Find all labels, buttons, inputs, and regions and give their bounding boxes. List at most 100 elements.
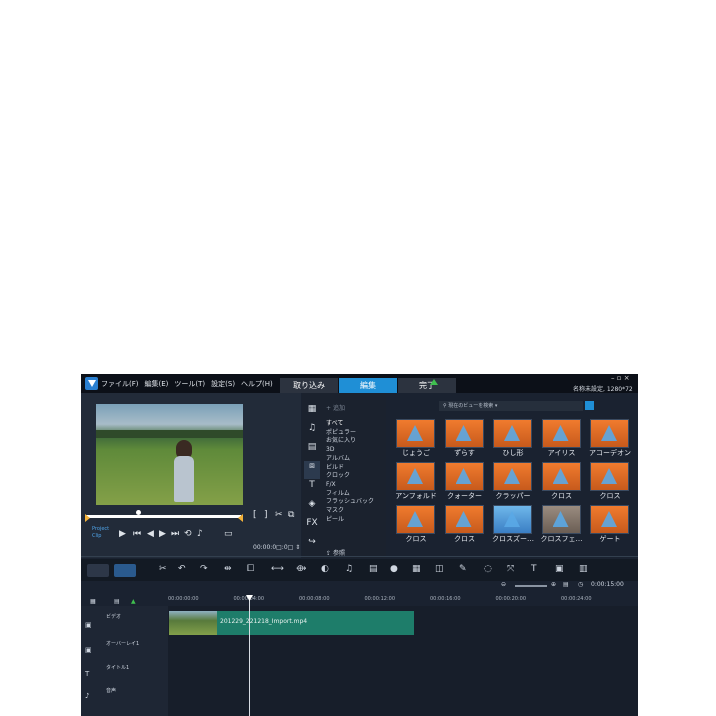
- transition-thumbnail[interactable]: アンフォルド: [394, 462, 437, 502]
- transition-thumbnail[interactable]: クロスフェ…: [540, 505, 583, 545]
- fit-icon[interactable]: ⤧: [507, 564, 514, 574]
- ripple-edit-icon[interactable]: ▲: [131, 598, 136, 605]
- mark-in-icon[interactable]: [: [253, 510, 257, 520]
- transition-thumbnail[interactable]: クォーター: [443, 462, 484, 502]
- transition-thumbnail[interactable]: クロス: [443, 505, 484, 545]
- transition-preview: [396, 462, 435, 491]
- storyboard-view-button[interactable]: [87, 564, 109, 577]
- add-category[interactable]: + 追加: [326, 403, 345, 412]
- category-item[interactable]: フィルム: [326, 490, 374, 499]
- scrubber-handle[interactable]: [136, 510, 141, 515]
- zoom-slider[interactable]: [515, 585, 547, 587]
- menu-tools[interactable]: ツール(T): [174, 379, 205, 389]
- playhead-line[interactable]: [249, 596, 250, 716]
- graphics-icon[interactable]: ◈: [304, 499, 320, 517]
- transition-thumbnail[interactable]: クロス: [588, 462, 629, 502]
- filter-icon[interactable]: FX: [304, 518, 320, 536]
- subtitle-icon[interactable]: ▤: [369, 564, 378, 574]
- transition-thumbnail[interactable]: ずらす: [443, 419, 484, 459]
- tab-edit[interactable]: 編集: [339, 378, 397, 393]
- tab-share[interactable]: 完了: [398, 378, 456, 393]
- upload-icon[interactable]: [430, 379, 438, 385]
- record-icon[interactable]: ●: [390, 564, 398, 574]
- tab-capture[interactable]: 取り込み: [280, 378, 338, 393]
- chapter-icon[interactable]: ▤: [114, 598, 120, 605]
- search-input[interactable]: ⚲ 現在のビューを検索 ▾: [439, 401, 583, 411]
- undo-icon[interactable]: ↶: [178, 564, 186, 574]
- snapshot-icon[interactable]: ⧉: [288, 510, 294, 520]
- track-manager-icon[interactable]: ▦: [90, 598, 96, 605]
- fit-project-icon[interactable]: ▤: [563, 581, 569, 588]
- go-to-start-icon[interactable]: ⏮: [133, 529, 141, 539]
- category-item[interactable]: お気に入り: [326, 437, 374, 446]
- transition-thumbnail[interactable]: アコーデオン: [588, 419, 631, 459]
- menu-settings[interactable]: 設定(S): [211, 379, 235, 389]
- instant-project-icon[interactable]: ▤: [304, 442, 320, 460]
- timeline-view-button[interactable]: [114, 564, 136, 577]
- volume-icon[interactable]: ♪: [197, 529, 203, 539]
- category-item[interactable]: フラッシュバック: [326, 498, 374, 507]
- menu-file[interactable]: ファイル(F): [101, 379, 139, 389]
- zoom-in-icon[interactable]: ⊕: [551, 581, 556, 588]
- mark-out-icon[interactable]: ]: [264, 510, 268, 520]
- motion-icon[interactable]: ⟴: [296, 564, 306, 574]
- play-mode[interactable]: Project Clip: [92, 526, 109, 540]
- mode-project[interactable]: Project: [92, 526, 109, 533]
- category-item[interactable]: ピール: [326, 516, 374, 525]
- category-item[interactable]: F/X: [326, 481, 374, 490]
- tools-icon[interactable]: ✂: [159, 564, 167, 574]
- next-frame-icon[interactable]: ▶: [159, 529, 166, 539]
- path-icon[interactable]: ↪: [304, 537, 320, 555]
- speed-icon[interactable]: ⟷: [271, 564, 284, 574]
- audio-icon[interactable]: ♫: [304, 423, 320, 441]
- repeat-icon[interactable]: ⟲: [184, 529, 192, 539]
- mode-clip[interactable]: Clip: [92, 533, 109, 540]
- redo-icon[interactable]: ↷: [200, 564, 208, 574]
- category-item[interactable]: ビルド: [326, 464, 374, 473]
- transition-icon[interactable]: ⧈: [304, 461, 320, 479]
- menu-edit[interactable]: 編集(E): [145, 379, 169, 389]
- window-controls[interactable]: – ▫ ×: [611, 374, 630, 382]
- timecode-display[interactable]: 00:00:0□:0□ ⇕: [253, 544, 300, 551]
- mask-icon[interactable]: ▣: [555, 564, 564, 574]
- transition-thumbnail[interactable]: ゲート: [588, 505, 629, 545]
- play-icon[interactable]: ▶: [119, 529, 126, 539]
- aspect-ratio-icon[interactable]: ▭: [224, 529, 233, 539]
- category-item[interactable]: マスク: [326, 507, 374, 516]
- zoom-out-icon[interactable]: ⊖: [501, 581, 506, 588]
- multicam-icon[interactable]: ▦: [412, 564, 421, 574]
- transition-thumbnail[interactable]: ひし形: [491, 419, 532, 459]
- category-item[interactable]: クロック: [326, 472, 374, 481]
- split-clip-icon[interactable]: ✂: [275, 510, 283, 520]
- audio-mixer-icon[interactable]: ♫: [345, 564, 353, 574]
- lasso-icon[interactable]: ◌: [484, 564, 492, 574]
- scrubber-track[interactable]: [86, 515, 241, 518]
- category-item[interactable]: すべて: [326, 420, 374, 429]
- text-icon[interactable]: T: [531, 564, 537, 574]
- ruler-tick-label: 00:00:16:00: [430, 596, 461, 602]
- title-icon[interactable]: T: [304, 480, 320, 498]
- transition-thumbnail[interactable]: クロスズー…: [491, 505, 534, 545]
- trim-end-marker[interactable]: [238, 514, 243, 522]
- panel-icon[interactable]: ▥: [579, 564, 588, 574]
- transition-thumbnail[interactable]: クロス: [540, 462, 581, 502]
- crop-icon[interactable]: ⧠: [247, 564, 254, 574]
- transition-thumbnail[interactable]: じょうご: [394, 419, 435, 459]
- transition-thumbnail[interactable]: アイリス: [540, 419, 581, 459]
- color-icon[interactable]: ◐: [321, 564, 329, 574]
- magic-wand-icon[interactable]: ✎: [459, 564, 467, 574]
- timeline-ruler[interactable]: 00:00:00:0000:00:04:0000:00:08:0000:00:1…: [168, 596, 638, 606]
- trim-start-marker[interactable]: [85, 514, 90, 522]
- trim-icon[interactable]: ⇹: [224, 564, 232, 574]
- go-to-end-icon[interactable]: ⏭: [171, 529, 179, 539]
- transition-thumbnail[interactable]: クロス: [394, 505, 435, 545]
- view-toggle-icon[interactable]: [585, 401, 594, 410]
- menu-help[interactable]: ヘルプ(H): [241, 379, 273, 389]
- transition-preview: [444, 505, 484, 534]
- split-screen-icon[interactable]: ◫: [435, 564, 444, 574]
- category-item[interactable]: 3D: [326, 446, 374, 455]
- media-icon[interactable]: ▦: [304, 404, 320, 422]
- category-item[interactable]: アルバム: [326, 455, 374, 464]
- transition-thumbnail[interactable]: クラッパー: [491, 462, 532, 502]
- previous-frame-icon[interactable]: ◀: [147, 529, 154, 539]
